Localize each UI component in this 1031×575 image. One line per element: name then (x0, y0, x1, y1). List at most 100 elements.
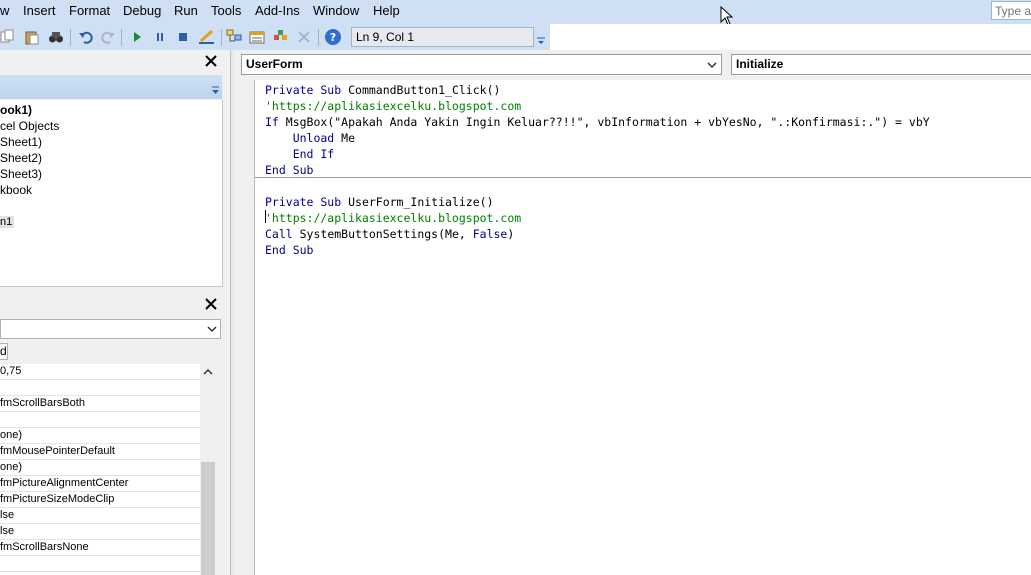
property-value[interactable]: fmMousePointerDefault (0, 444, 200, 460)
menu-insert[interactable]: Insert (23, 3, 56, 18)
properties-tab[interactable]: d (0, 343, 8, 360)
menu-tools[interactable]: Tools (211, 3, 241, 18)
property-value-text: fmPictureSizeModeClip (0, 493, 115, 505)
toolbar-options-icon[interactable] (536, 36, 546, 46)
property-value-text: lse (0, 525, 15, 537)
property-value-text: fmMousePointerDefault (0, 445, 115, 457)
tree-item-sheet1[interactable]: Sheet1) (0, 135, 42, 149)
run-icon[interactable] (127, 27, 147, 47)
menu-add-ins[interactable]: Add-Ins (255, 3, 300, 18)
properties-scrollbar[interactable] (200, 364, 216, 575)
property-value[interactable]: lse (0, 524, 200, 540)
properties-close-button[interactable] (202, 295, 220, 313)
code-text: SystemButtonSettings(Me, (299, 227, 473, 241)
help-search-input[interactable] (991, 1, 1031, 20)
tree-item-sheet2[interactable]: Sheet2) (0, 151, 42, 165)
code-keyword: End Sub (265, 243, 314, 257)
code-line: Call SystemButtonSettings(Me, False) (265, 226, 514, 242)
tree-item-sheet3[interactable]: Sheet3) (0, 167, 42, 181)
menu-view[interactable]: w (0, 3, 9, 18)
property-value[interactable]: one) (0, 460, 200, 476)
code-margin[interactable] (234, 80, 255, 575)
code-text: CommandButton1_Click() (348, 83, 501, 97)
property-value-text: fmScrollBarsNone (0, 541, 89, 553)
toolbar-separator (70, 29, 71, 46)
code-text: MsgBox("Apakah Anda Yakin Ingin Keluar??… (285, 115, 930, 129)
chevron-down-icon (207, 326, 217, 333)
code-line: Unload Me (265, 130, 355, 146)
toolbox-icon[interactable] (294, 27, 314, 47)
code-keyword: Private Sub (265, 83, 349, 97)
property-value[interactable] (0, 556, 200, 572)
toolbar-empty-area (550, 24, 1031, 50)
property-value[interactable]: fmScrollBarsBoth (0, 396, 200, 412)
property-value[interactable]: fmPictureSizeModeClip (0, 492, 200, 508)
object-combo[interactable]: UserForm (241, 54, 722, 75)
mouse-cursor-icon (720, 6, 734, 26)
code-line: End If (265, 146, 335, 162)
code-line: If MsgBox("Apakah Anda Yakin Ingin Kelua… (265, 114, 930, 130)
property-value[interactable] (0, 380, 200, 396)
project-explorer-toolbar (0, 75, 222, 99)
code-editor[interactable]: Private Sub CommandButton1_Click() 'http… (255, 80, 1031, 575)
find-icon[interactable] (46, 27, 66, 47)
tree-item-excel-objects[interactable]: cel Objects (0, 119, 59, 133)
procedure-combo[interactable]: Initialize (731, 54, 1031, 75)
text-caret (265, 210, 266, 223)
code-comment: 'https://aplikasiexcelku.blogspot.com (265, 211, 522, 225)
code-comment: 'https://aplikasiexcelku.blogspot.com (265, 99, 522, 113)
menu-help[interactable]: Help (373, 3, 400, 18)
undo-icon[interactable] (76, 27, 96, 47)
tree-item-vbaproject[interactable]: ook1) (0, 103, 32, 117)
panel-menu-icon[interactable] (211, 86, 220, 95)
close-icon (205, 55, 217, 67)
menu-window[interactable]: Window (313, 3, 359, 18)
property-value-text: 0,75 (0, 365, 22, 377)
tree-item-userform1[interactable]: n1 (0, 216, 15, 228)
menu-run[interactable]: Run (174, 3, 198, 18)
toolbar-separator (318, 29, 319, 46)
tree-item-thisworkbook[interactable]: kbook (0, 183, 32, 197)
property-value[interactable]: one) (0, 428, 200, 444)
toolbar-separator (121, 29, 122, 46)
menu-format[interactable]: Format (69, 3, 110, 18)
code-line: End Sub (265, 242, 313, 258)
properties-icon[interactable] (248, 27, 268, 47)
code-keyword: End Sub (265, 163, 314, 177)
project-explorer-close-button[interactable] (202, 52, 220, 70)
paste-icon[interactable] (22, 27, 42, 47)
reset-icon[interactable] (173, 27, 193, 47)
code-keyword: End If (265, 147, 335, 161)
menu-bar: w Insert Format Debug Run Tools Add-Ins … (0, 0, 1031, 26)
toolbar-separator (221, 29, 222, 46)
svg-text:?: ? (330, 31, 336, 44)
code-keyword: Unload (265, 131, 342, 145)
property-value[interactable]: lse (0, 508, 200, 524)
help-icon[interactable]: ? (323, 27, 343, 47)
cursor-position-status: Ln 9, Col 1 (351, 27, 534, 47)
object-browser-icon[interactable] (271, 27, 291, 47)
chevron-up-icon[interactable] (203, 368, 213, 376)
property-value[interactable]: fmScrollBarsNone (0, 540, 200, 556)
close-icon (205, 298, 217, 310)
scrollbar-thumb[interactable] (201, 462, 215, 575)
code-text: UserForm_Initialize() (348, 195, 494, 209)
code-line: 'https://aplikasiexcelku.blogspot.com (265, 98, 521, 114)
project-explorer-icon[interactable] (225, 27, 245, 47)
property-value[interactable]: fmPictureAlignmentCenter (0, 476, 200, 492)
menu-debug[interactable]: Debug (123, 3, 161, 18)
object-combo-value: UserForm (246, 57, 303, 71)
copy-icon[interactable] (0, 27, 18, 47)
break-icon[interactable] (150, 27, 170, 47)
code-line: Private Sub CommandButton1_Click() (265, 82, 500, 98)
code-line: End Sub (265, 162, 313, 178)
design-mode-icon[interactable] (197, 27, 217, 47)
property-value-text: one) (0, 429, 23, 441)
code-keyword: If (265, 115, 286, 129)
redo-icon[interactable] (98, 27, 118, 47)
code-window: UserForm Initialize Private Sub CommandB… (234, 50, 1031, 575)
properties-object-combo[interactable] (0, 319, 221, 339)
property-value[interactable] (0, 412, 200, 428)
code-keyword: Call (265, 227, 300, 241)
property-value[interactable]: 0,75 (0, 364, 200, 380)
